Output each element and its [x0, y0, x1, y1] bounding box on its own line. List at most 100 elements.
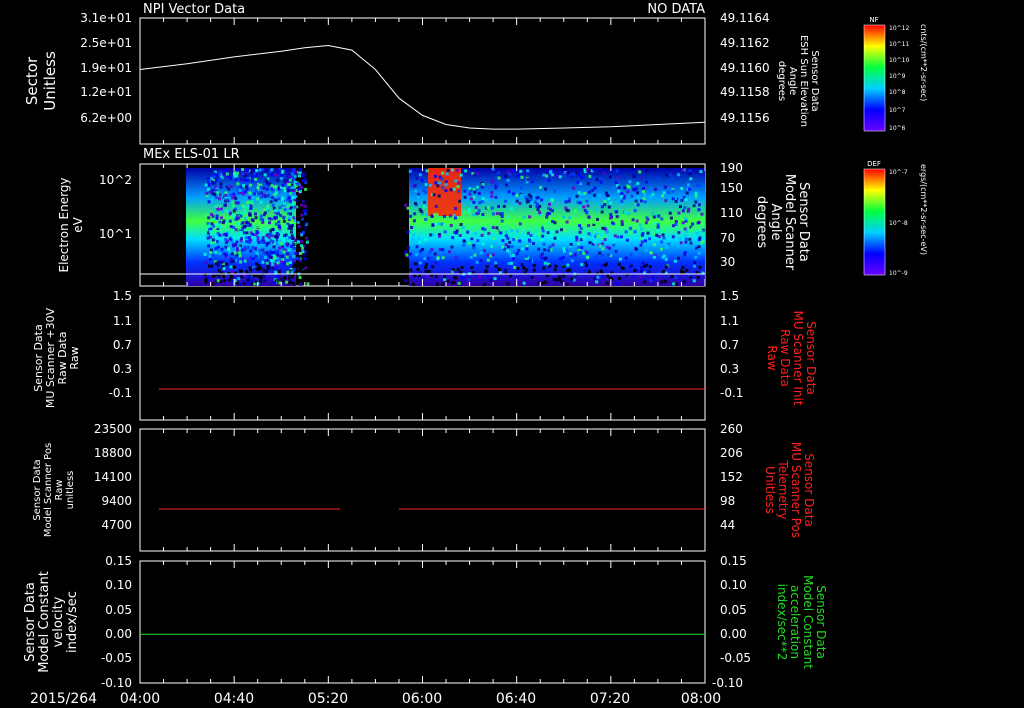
- spectrogram-cell: [281, 198, 285, 202]
- spectrogram-cell: [211, 180, 215, 184]
- spectrogram-cell: [500, 215, 504, 218]
- spectrogram-cell: [287, 276, 291, 280]
- tick-label: 10^2: [99, 173, 132, 187]
- spectrogram-cell: [544, 187, 548, 191]
- spectrogram-cell: [249, 238, 253, 242]
- spectrogram-cell: [572, 186, 576, 190]
- spectrogram-cell: [277, 270, 281, 274]
- spectrogram-cell: [598, 193, 602, 197]
- spectrogram-cell: [580, 263, 584, 267]
- spectrogram-cell: [265, 181, 269, 185]
- spectrogram-cell: [282, 219, 286, 223]
- spectrogram-cell: [249, 256, 252, 260]
- spectrogram-cell: [283, 186, 286, 190]
- x-tick-label: 07:20: [590, 691, 630, 707]
- spectrogram-cell: [297, 225, 301, 229]
- spectrogram-cell: [413, 212, 417, 216]
- spectrogram-cell: [456, 185, 460, 189]
- spectrogram-cell: [486, 253, 490, 257]
- spectrogram-cell: [566, 171, 570, 175]
- spectrogram-cell: [261, 236, 265, 240]
- spectrogram-cell: [518, 201, 522, 205]
- spectrogram-cell: [695, 270, 699, 274]
- spectrogram-cell: [266, 193, 270, 197]
- spectrogram-cell: [592, 176, 596, 180]
- spectrogram-cell: [696, 224, 700, 228]
- spectrogram-cell: [448, 250, 452, 254]
- spectrogram-cell: [671, 235, 675, 239]
- spectrogram-cell: [645, 216, 649, 220]
- spectrogram-cell: [250, 179, 254, 183]
- panel3-yticks-left: 1.5 1.1 0.7 0.3 -0.1: [109, 289, 132, 400]
- spectrogram-cell: [551, 243, 555, 247]
- spectrogram-cell: [421, 212, 425, 216]
- spectrogram-cell: [620, 192, 624, 196]
- spectrogram-cell: [515, 199, 519, 203]
- spectrogram-cell: [548, 202, 551, 206]
- spectrogram-cell: [488, 217, 492, 221]
- spectrogram-cell: [536, 208, 540, 211]
- spectrogram-cell: [510, 229, 514, 233]
- spectrogram-cell: [696, 231, 700, 235]
- spectrogram-cell: [300, 217, 304, 221]
- spectrogram-cell: [472, 213, 475, 217]
- spectrogram-cell: [638, 170, 642, 174]
- tick-label: 0.10: [720, 578, 747, 592]
- spectrogram-cell: [662, 236, 666, 240]
- spectrogram-cell: [442, 223, 446, 227]
- spectrogram-cell: [511, 202, 515, 206]
- spectrogram-cell: [549, 169, 553, 173]
- spectrogram-cell: [561, 277, 565, 281]
- spectrogram-cell: [478, 275, 482, 279]
- spectrogram-cell: [494, 264, 498, 268]
- spectrogram-cell: [233, 236, 237, 240]
- spectrogram-cell: [433, 258, 437, 262]
- spectrogram-cell: [232, 192, 236, 196]
- spectrogram-cell: [303, 253, 307, 256]
- spectrogram-cell: [285, 243, 289, 246]
- spectrogram-cell: [304, 226, 308, 230]
- spectrogram-cell: [607, 197, 611, 201]
- spectrogram-cell: [598, 244, 602, 248]
- panel5-yticks-right: 0.15 0.10 0.05 0.00 -0.05 -0.10: [712, 554, 751, 690]
- spectrogram-cell: [569, 243, 573, 246]
- spectrogram-cell: [697, 208, 701, 212]
- spectrogram-cell: [679, 241, 683, 245]
- spectrogram-cell: [441, 248, 445, 252]
- spectrogram-cell: [547, 212, 551, 216]
- spectrogram-cell: [542, 242, 546, 246]
- spectrogram-cell: [275, 232, 279, 235]
- tick-label: 1.2e+01: [80, 85, 132, 99]
- colorbar-gradient: [863, 24, 886, 132]
- spectrogram-cell: [305, 236, 308, 240]
- spectrogram-cell: [263, 279, 267, 283]
- spectrogram-cell: [432, 193, 436, 197]
- spectrogram-cell: [666, 191, 670, 195]
- spectrogram-cell: [636, 203, 640, 207]
- spectrogram-cell: [504, 268, 508, 272]
- spectrogram-cell: [480, 185, 484, 189]
- spectrogram-cell: [239, 231, 243, 234]
- spectrogram-cell: [282, 238, 286, 242]
- panel2-yticks-left: 10^2 10^1: [99, 173, 132, 241]
- spectrogram-cell: [619, 235, 623, 239]
- spectrogram-cell: [245, 221, 249, 225]
- tick-label: 1.5: [720, 289, 739, 303]
- spectrogram-cell: [450, 270, 454, 274]
- spectrogram-cell: [247, 275, 251, 279]
- spectrogram-cell: [260, 225, 263, 229]
- spectrogram-cell: [302, 209, 306, 213]
- spectrogram-cell: [620, 266, 624, 270]
- spectrogram-cell: [231, 200, 235, 204]
- spectrogram-cell: [281, 184, 285, 187]
- spectrogram-cell: [533, 200, 537, 204]
- spectrogram-cell: [595, 208, 599, 211]
- spectrogram-cell: [617, 189, 621, 193]
- spectrogram-cell: [565, 282, 569, 286]
- spectrogram-cell: [660, 217, 664, 221]
- spectrogram-cell: [438, 181, 442, 185]
- spectrogram-cell: [459, 223, 463, 226]
- spectrogram-cell: [577, 246, 581, 249]
- panel5-yticks-left: 0.15 0.10 0.05 0.00 -0.05 -0.10: [101, 554, 132, 690]
- tick-label: 1.1: [113, 314, 132, 328]
